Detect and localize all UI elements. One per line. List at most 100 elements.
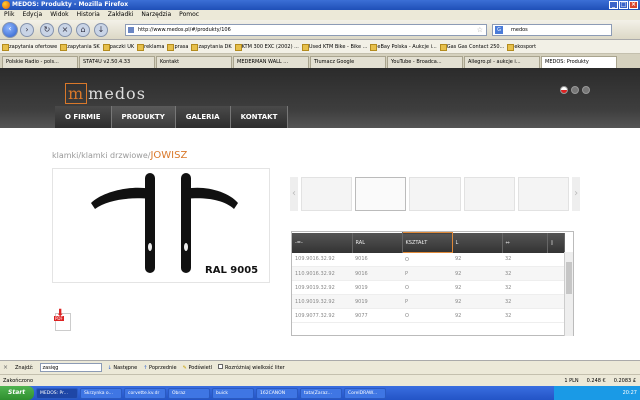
find-input[interactable]: zasięg bbox=[39, 363, 102, 372]
polish-flag-icon[interactable] bbox=[560, 86, 568, 94]
back-button[interactable]: ‹ bbox=[2, 22, 18, 38]
stop-icon[interactable]: × bbox=[58, 23, 72, 37]
site-header: m medos O FIRMIE PRODUKTY GALERIA KONTAKT bbox=[0, 68, 640, 128]
pdf-download-icon[interactable]: ⬇ bbox=[54, 308, 71, 331]
windows-taskbar: Start MEDOS: Pr... Skrzynka o... corvett… bbox=[0, 386, 640, 400]
taskbar-item[interactable]: MEDOS: Pr... bbox=[36, 387, 78, 399]
home-icon[interactable]: ⌂ bbox=[76, 23, 90, 37]
menu-help[interactable]: Pomoc bbox=[179, 10, 199, 20]
thumbnail[interactable] bbox=[463, 177, 515, 211]
table-cell: P bbox=[402, 294, 452, 309]
taskbar-item[interactable]: buick bbox=[212, 387, 254, 399]
maximize-button[interactable]: □ bbox=[619, 1, 628, 9]
highlight-button[interactable]: ✎ Podświetl bbox=[183, 365, 212, 371]
browser-tab[interactable]: Tłumacz Google bbox=[310, 56, 386, 68]
minimize-button[interactable]: _ bbox=[609, 1, 618, 9]
menu-edit[interactable]: Edycja bbox=[22, 10, 42, 20]
bookmark-item[interactable]: zapytania DK bbox=[191, 43, 232, 51]
bookmark-item[interactable]: prasa bbox=[167, 43, 188, 51]
site-logo[interactable]: m medos bbox=[65, 83, 146, 104]
table-row[interactable]: 109.9019.32.92 9019 O 92 32 bbox=[292, 280, 565, 295]
browser-tab-active[interactable]: MEDOS: Produkty bbox=[541, 56, 617, 68]
column-header-spacing[interactable]: ⇔ bbox=[502, 232, 548, 253]
product-image: RAL 9005 bbox=[52, 168, 270, 283]
bookmark-item[interactable]: eBay Polska - Aukcje i... bbox=[370, 43, 437, 51]
bookmarks-toolbar: zapytania ofertowe zapytania SK paczki U… bbox=[0, 40, 640, 54]
table-scrollbar[interactable] bbox=[564, 252, 573, 336]
browser-tab[interactable]: Allegro.pl - aukcje i... bbox=[464, 56, 540, 68]
table-row[interactable]: 110.9016.32.92 9016 P 92 32 bbox=[292, 266, 565, 281]
taskbar-item[interactable]: CorelDRAW... bbox=[344, 387, 386, 399]
language-icon[interactable] bbox=[582, 86, 590, 94]
reload-icon[interactable]: ↻ bbox=[40, 23, 54, 37]
start-button[interactable]: Start bbox=[0, 386, 34, 400]
thumbnail[interactable] bbox=[355, 177, 407, 211]
taskbar-item[interactable]: 162CANON bbox=[256, 387, 298, 399]
column-header-l[interactable]: L bbox=[452, 232, 503, 253]
search-bar[interactable]: G medos bbox=[492, 24, 612, 36]
thumbnail[interactable] bbox=[517, 177, 570, 211]
nav-o-firmie[interactable]: O FIRMIE bbox=[55, 106, 112, 128]
thumbnail[interactable] bbox=[300, 177, 353, 211]
window-title: MEDOS: Produkty - Mozilla Firefox bbox=[12, 1, 129, 8]
scrollbar-thumb[interactable] bbox=[566, 262, 572, 294]
thumbnail[interactable] bbox=[409, 177, 461, 211]
column-header-ral[interactable]: RAL bbox=[352, 232, 403, 253]
highlight-icon: ✎ bbox=[182, 364, 187, 371]
web-page: m medos O FIRMIE PRODUKTY GALERIA KONTAKT… bbox=[0, 68, 640, 360]
nav-galeria[interactable]: GALERIA bbox=[175, 106, 231, 128]
clock[interactable]: 20:27 bbox=[623, 390, 637, 396]
find-next-button[interactable]: ↓ Następne bbox=[108, 365, 138, 371]
bookmark-item[interactable]: KTM 300 EXC (2002) ... bbox=[234, 43, 299, 51]
bookmark-item[interactable]: paczki UK bbox=[102, 43, 134, 51]
address-bar[interactable]: http://www.medos.pl/#/produkty/106 ☆ bbox=[125, 24, 487, 36]
bookmark-item[interactable]: Gas Gas Contact 250... bbox=[439, 43, 504, 51]
menu-bookmarks[interactable]: Zakładki bbox=[108, 10, 134, 20]
breadcrumb-path[interactable]: klamki/klamki drzwiowe/ bbox=[52, 151, 150, 160]
browser-tab[interactable]: Polskie Radio - pols... bbox=[2, 56, 78, 68]
language-icon[interactable] bbox=[571, 86, 579, 94]
chevron-right-icon[interactable]: › bbox=[572, 177, 580, 211]
taskbar-item[interactable]: Obraz bbox=[168, 387, 210, 399]
nav-produkty[interactable]: PRODUKTY bbox=[111, 106, 176, 128]
bookmark-item[interactable]: Used KTM Bike - Bike ... bbox=[301, 43, 367, 51]
bookmark-item[interactable]: zapytania ofertowe bbox=[2, 43, 57, 51]
checkbox-icon bbox=[218, 364, 224, 369]
table-cell: P bbox=[402, 266, 452, 281]
taskbar-item[interactable]: Skrzynka o... bbox=[80, 387, 122, 399]
spacing-icon: ⇔ bbox=[505, 239, 510, 246]
forward-button[interactable]: › bbox=[20, 23, 34, 37]
table-row[interactable]: 110.9019.32.92 9019 P 92 32 bbox=[292, 294, 565, 309]
table-row[interactable]: 109.9077.32.92 9077 O 92 32 bbox=[292, 308, 565, 323]
column-header-door[interactable]: ▯ bbox=[547, 232, 565, 253]
bookmark-item[interactable]: reklama bbox=[137, 43, 164, 51]
close-findbar-icon[interactable]: × bbox=[3, 364, 9, 371]
menu-file[interactable]: Plik bbox=[4, 10, 14, 20]
match-case-checkbox[interactable]: Rozróżniaj wielkość liter bbox=[218, 364, 285, 371]
bookmark-item[interactable]: zapytania SK bbox=[60, 43, 100, 51]
menu-history[interactable]: Historia bbox=[77, 10, 100, 20]
column-header-shape[interactable]: KSZTAŁT bbox=[401, 232, 453, 253]
browser-tab[interactable]: Kontakt bbox=[156, 56, 232, 68]
ral-label: RAL 9005 bbox=[205, 265, 259, 276]
browser-tab[interactable]: YouTube - Broadca... bbox=[387, 56, 463, 68]
taskbar-item[interactable]: tata(Zaraz... bbox=[300, 387, 342, 399]
google-icon: G bbox=[495, 26, 503, 34]
find-label: Znajdź: bbox=[15, 364, 34, 371]
table-row[interactable]: 109.9016.32.92 9016 O 92 32 bbox=[292, 252, 565, 267]
menu-view[interactable]: Widok bbox=[50, 10, 68, 20]
bookmark-star-icon[interactable]: ☆ bbox=[477, 25, 483, 35]
table-cell: 109.9077.32.92 bbox=[292, 308, 352, 323]
chevron-left-icon[interactable]: ‹ bbox=[290, 177, 298, 211]
menu-tools[interactable]: Narzędzia bbox=[141, 10, 171, 20]
taskbar-item[interactable]: corvette.kv.dr bbox=[124, 387, 166, 399]
bookmark-item[interactable]: ekosport bbox=[507, 43, 536, 51]
browser-tab[interactable]: STAT4U v2.50.4.33 bbox=[79, 56, 155, 68]
find-prev-button[interactable]: ↑ Poprzednie bbox=[143, 365, 176, 371]
column-header-code[interactable]: -=- bbox=[292, 232, 353, 253]
nav-kontakt[interactable]: KONTAKT bbox=[230, 106, 289, 128]
close-window-button[interactable]: × bbox=[629, 1, 638, 9]
browser-tab[interactable]: MEDERMAN WALL ... bbox=[233, 56, 309, 68]
download-icon[interactable]: ↓ bbox=[94, 23, 108, 37]
navigation-toolbar: ‹ › ↻ × ⌂ ↓ http://www.medos.pl/#/produk… bbox=[0, 20, 640, 40]
